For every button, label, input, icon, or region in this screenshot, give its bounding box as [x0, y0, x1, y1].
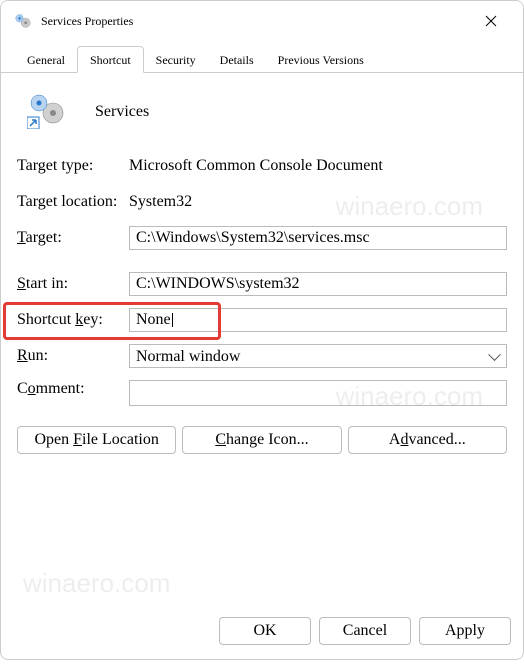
target-input[interactable]: [129, 226, 507, 250]
tab-shortcut[interactable]: Shortcut: [77, 46, 144, 73]
advanced-button[interactable]: Advanced...: [348, 426, 507, 454]
tab-content-shortcut: Services Target type: Microsoft Common C…: [1, 73, 523, 607]
target-label: Target:: [17, 229, 129, 247]
properties-dialog: Services Properties General Shortcut Sec…: [0, 0, 524, 660]
target-location-value: System32: [129, 193, 192, 211]
dialog-button-row: OK Cancel Apply: [1, 607, 523, 659]
start-in-input[interactable]: [129, 272, 507, 296]
titlebar: Services Properties: [1, 1, 523, 41]
target-type-label: Target type:: [17, 157, 129, 175]
comment-input[interactable]: [129, 380, 507, 406]
tab-general[interactable]: General: [15, 46, 77, 73]
shortcut-key-input[interactable]: None: [129, 308, 507, 332]
apply-button[interactable]: Apply: [419, 617, 511, 645]
target-type-value: Microsoft Common Console Document: [129, 157, 383, 175]
window-title: Services Properties: [41, 14, 471, 29]
open-file-location-button[interactable]: Open File Location: [17, 426, 176, 454]
change-icon-button[interactable]: Change Icon...: [182, 426, 341, 454]
shortcut-file-icon: [27, 89, 67, 134]
close-button[interactable]: [471, 5, 511, 37]
tab-details[interactable]: Details: [208, 46, 266, 73]
target-location-label: Target location:: [17, 193, 129, 211]
tab-strip: General Shortcut Security Details Previo…: [1, 45, 523, 73]
shortcut-key-value: None: [136, 311, 171, 329]
close-icon: [485, 15, 497, 27]
run-select[interactable]: Normal window: [129, 344, 507, 368]
services-icon: [13, 11, 33, 31]
tab-previous-versions[interactable]: Previous Versions: [266, 46, 376, 73]
run-label: Run:: [17, 347, 129, 365]
comment-label: Comment:: [17, 380, 129, 398]
tab-security[interactable]: Security: [144, 46, 208, 73]
start-in-label: Start in:: [17, 275, 129, 293]
cancel-button[interactable]: Cancel: [319, 617, 411, 645]
shortcut-name: Services: [95, 103, 149, 121]
ok-button[interactable]: OK: [219, 617, 311, 645]
shortcut-key-label: Shortcut key:: [17, 311, 129, 329]
